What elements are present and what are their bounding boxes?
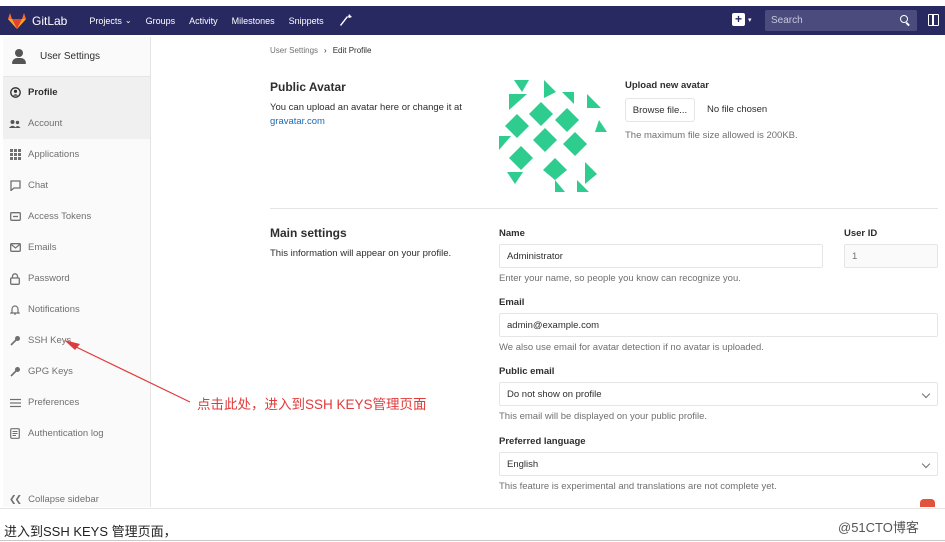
caption-divider xyxy=(0,508,945,509)
watermark: @51CTO博客 xyxy=(838,520,919,535)
bottom-divider xyxy=(0,540,945,541)
help-button[interactable] xyxy=(920,499,935,507)
annotation-text: 点击此处，进入到SSH KEYS管理页面 xyxy=(197,397,427,412)
caption-text: 进入到SSH KEYS 管理页面， xyxy=(4,524,177,539)
annotation-arrow xyxy=(64,340,191,403)
